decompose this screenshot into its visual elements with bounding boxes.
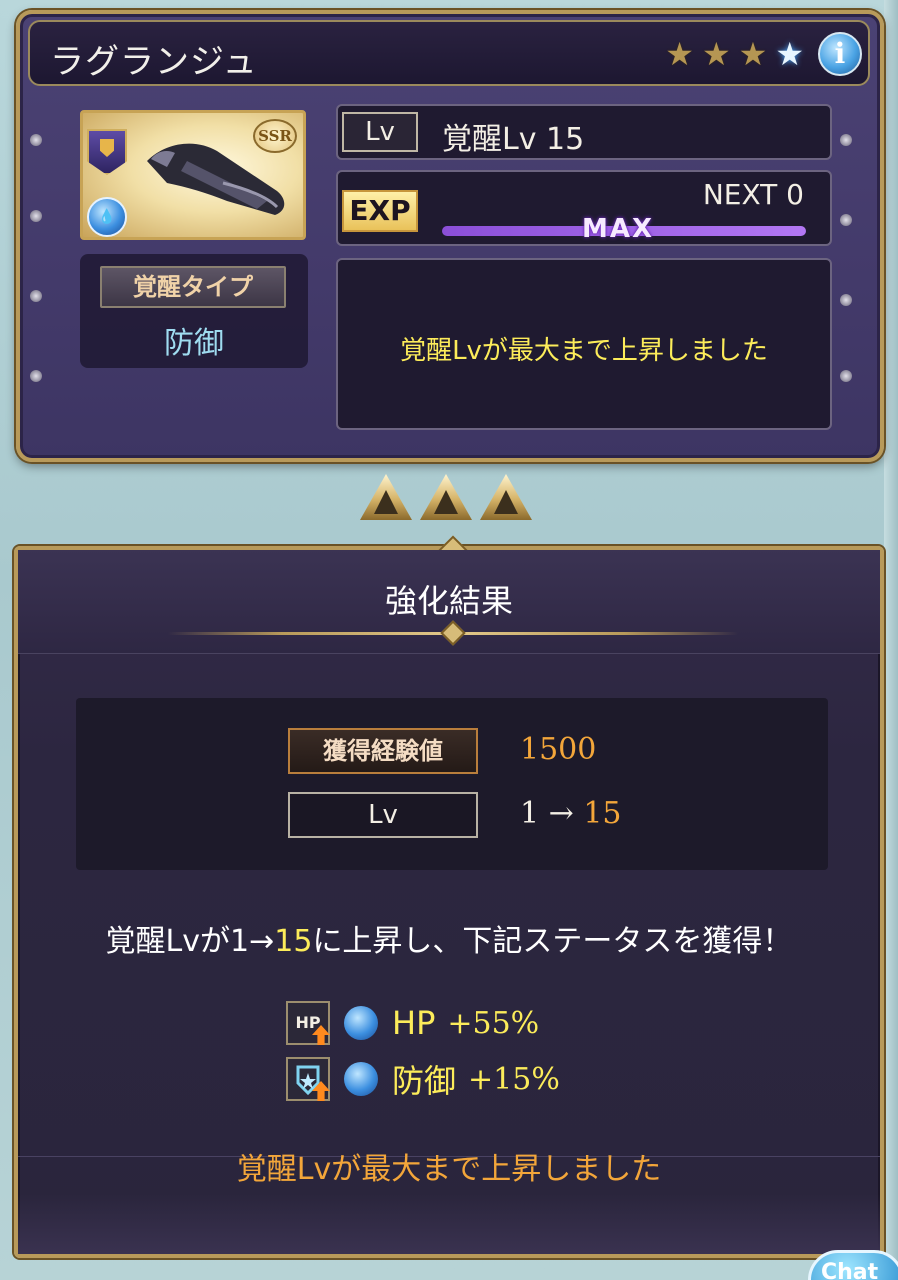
arrow-right-icon: →	[548, 796, 574, 831]
info-button[interactable]: i	[818, 32, 862, 76]
awaken-type-value: 防御	[164, 326, 224, 361]
summary-prefix: 覚醒Lvが	[105, 924, 231, 959]
water-element-icon: 💧	[87, 197, 127, 237]
level-value: 覚醒Lv 15	[442, 122, 585, 157]
water-element-icon	[344, 1006, 378, 1040]
result-header: 強化結果	[18, 550, 880, 654]
gained-exp-value: 1500	[520, 732, 597, 767]
exp-row: EXP NEXT 0 MAX	[336, 170, 832, 246]
weapon-detail-panel: ラグランジュ ★ ★ ★ ★ i SSR 💧 覚醒タイプ 防御 Lv 覚醒Lv …	[16, 10, 884, 462]
bolt-icon	[30, 370, 42, 382]
bolt-icon	[840, 370, 852, 382]
defense-up-icon	[286, 1057, 330, 1101]
level-from: 1	[520, 796, 540, 831]
hp-icon-text: HP	[295, 1013, 321, 1032]
water-element-icon	[344, 1062, 378, 1096]
transition-arrows	[360, 474, 532, 520]
rarity-badge: SSR	[253, 119, 297, 153]
summary-from: 1	[230, 924, 250, 959]
triangle-arrow-icon	[420, 474, 472, 520]
ornament-gem-icon	[440, 620, 466, 646]
result-panel: 強化結果 獲得経験値 1500 Lv 1 → 15 覚醒Lvが1→15に上昇し、…	[14, 535, 884, 1258]
summary-suffix: に上昇し、下記ステータスを獲得！	[312, 924, 793, 959]
awaken-type-label: 覚醒タイプ	[100, 266, 286, 308]
bonus-row-defense: 防御 +15%	[286, 1056, 560, 1102]
bolt-icon	[30, 134, 42, 146]
bolt-icon	[30, 210, 42, 222]
awaken-type-box: 覚醒タイプ 防御	[80, 254, 308, 368]
title-bar: ラグランジュ ★ ★ ★ ★ i	[28, 20, 870, 86]
summary-arrow: →	[249, 924, 275, 959]
level-to: 15	[583, 796, 622, 831]
message-box: 覚醒Lvが最大まで上昇しました	[336, 258, 832, 430]
result-stats-box: 獲得経験値 1500 Lv 1 → 15	[76, 698, 828, 870]
bonus-value: +15%	[468, 1061, 560, 1097]
star-filled-icon: ★	[665, 35, 694, 73]
summary-text: 覚醒Lvが1→15に上昇し、下記ステータスを獲得！	[18, 916, 880, 960]
bonus-label: HP	[392, 1004, 436, 1042]
bolt-icon	[840, 294, 852, 306]
weapon-name: ラグランジュ	[50, 42, 258, 82]
weapon-card[interactable]: SSR 💧	[80, 110, 306, 240]
level-tag: Lv	[342, 112, 418, 152]
shield-icon	[87, 129, 127, 175]
summary-to: 15	[274, 924, 313, 959]
chat-button[interactable]: Chat	[808, 1250, 898, 1280]
gained-exp-label: 獲得経験値	[288, 728, 478, 774]
next-exp-text: NEXT 0	[702, 178, 804, 211]
bolt-icon	[840, 214, 852, 226]
star-filled-icon: ★	[738, 35, 768, 73]
level-row: Lv 覚醒Lv 15	[336, 104, 832, 160]
bonus-label: 防御	[392, 1062, 457, 1100]
max-label: MAX	[582, 214, 655, 244]
bolt-icon	[840, 134, 852, 146]
star-filled-icon: ★	[701, 35, 731, 73]
max-level-footer: 覚醒Lvが最大まで上昇しました	[236, 1152, 662, 1187]
rarity-stars: ★ ★ ★ ★	[665, 38, 804, 70]
bottom-ornament	[18, 1194, 880, 1254]
level-change-value: 1 → 15	[520, 796, 622, 831]
background-edge	[884, 0, 898, 1280]
triangle-arrow-icon	[480, 474, 532, 520]
exp-tag: EXP	[342, 190, 418, 232]
result-title: 強化結果	[384, 582, 513, 620]
level-change-label: Lv	[288, 792, 478, 838]
star-empty-icon: ★	[775, 35, 804, 73]
triangle-arrow-icon	[360, 474, 412, 520]
bolt-icon	[30, 290, 42, 302]
bonus-value: +55%	[447, 1005, 540, 1041]
hp-up-icon: HP	[286, 1001, 330, 1045]
bonus-row-hp: HP HP +55%	[286, 1000, 539, 1046]
message-text: 覚醒Lvが最大まで上昇しました	[400, 336, 768, 366]
